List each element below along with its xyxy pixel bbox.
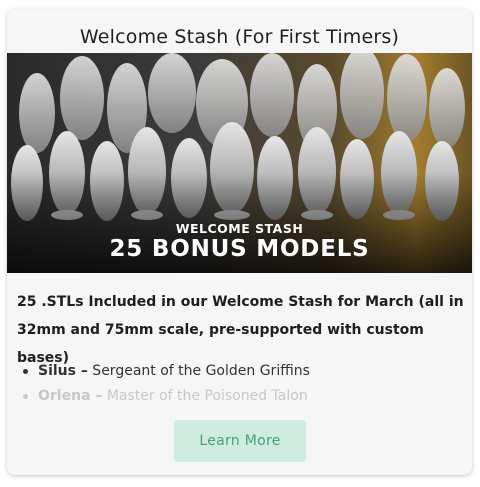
hero-caption-small: WELCOME STASH — [175, 221, 304, 236]
model-name: Orlena – — [38, 388, 103, 404]
model-list: Silus – Sergeant of the Golden Griffins … — [19, 359, 459, 409]
card-title: Welcome Stash (For First Timers) — [79, 26, 400, 48]
model-description: Master of the Poisoned Talon — [102, 388, 308, 404]
hero-caption-big: 25 BONUS MODELS — [109, 236, 370, 262]
model-description: Sergeant of the Golden Griffins — [87, 363, 310, 379]
list-item: Silus – Sergeant of the Golden Griffins — [19, 359, 459, 384]
hero-image: WELCOME STASH 25 BONUS MODELS — [7, 53, 472, 273]
welcome-stash-card: Welcome Stash (For First Timers) WELCOME… — [7, 9, 472, 475]
learn-more-button[interactable]: Learn More — [174, 420, 306, 462]
model-name: Silus – — [38, 363, 88, 379]
list-item: Orlena – Master of the Poisoned Talon — [19, 384, 459, 409]
